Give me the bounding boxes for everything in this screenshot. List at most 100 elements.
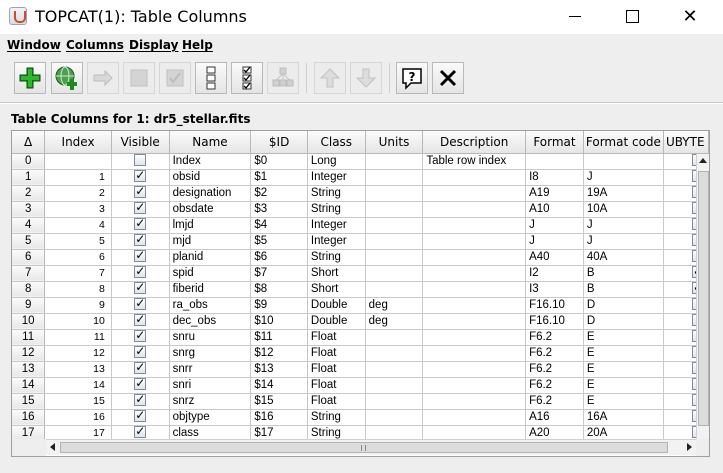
table-row[interactable]: 33 obsdate$3String A1010A (12, 201, 709, 218)
table-row[interactable]: 44 lmjd$4Integer JJ (12, 217, 709, 234)
format-cell[interactable]: F6.2 (525, 361, 584, 378)
format-cell[interactable]: F6.2 (525, 393, 584, 410)
format-cell[interactable]: J (525, 233, 584, 250)
units-cell[interactable] (365, 329, 424, 346)
name-cell[interactable]: snrg (169, 345, 252, 362)
description-cell[interactable] (422, 201, 527, 218)
show-column-button[interactable] (159, 62, 191, 94)
units-cell[interactable] (365, 377, 424, 394)
name-cell[interactable]: objtype (169, 409, 252, 426)
visible-checkbox[interactable] (134, 297, 147, 311)
visible-checkbox-cell[interactable] (111, 185, 170, 202)
format-cell[interactable]: A40 (525, 249, 584, 266)
units-cell[interactable] (365, 281, 424, 298)
format-code-cell[interactable]: 16A (583, 409, 664, 426)
id-cell[interactable]: $16 (250, 409, 308, 426)
vertical-scroll-thumb[interactable] (698, 171, 709, 426)
format-code-cell[interactable]: E (583, 361, 664, 378)
description-cell[interactable] (422, 233, 527, 250)
units-cell[interactable] (365, 409, 424, 426)
description-cell[interactable] (422, 329, 527, 346)
format-code-cell[interactable]: J (583, 233, 664, 250)
column-header-name[interactable]: Name (169, 131, 252, 154)
column-header-format[interactable]: Format (525, 131, 584, 154)
format-cell[interactable]: I2 (525, 265, 584, 282)
visible-checkbox[interactable] (134, 154, 147, 167)
description-cell[interactable] (422, 249, 527, 266)
table-row[interactable]: 0 Index $0 Long Table row index (12, 153, 709, 170)
visible-checkbox-cell[interactable] (111, 281, 170, 298)
name-cell[interactable]: snrz (169, 393, 252, 410)
description-cell[interactable] (422, 409, 527, 426)
description-cell[interactable] (422, 313, 527, 330)
add-column-button[interactable] (14, 62, 46, 94)
table-row[interactable]: 1515 snrz$15Float F6.2E (12, 393, 709, 410)
table-row[interactable]: 22 designation$2String A1919A (12, 185, 709, 202)
visible-checkbox-cell[interactable] (111, 409, 170, 426)
visible-checkbox-cell[interactable] (111, 217, 170, 234)
description-cell[interactable] (422, 185, 527, 202)
visible-checkbox[interactable] (134, 313, 147, 327)
id-cell[interactable]: $4 (250, 217, 308, 234)
column-header-class[interactable]: Class (307, 131, 366, 154)
visible-checkbox-cell[interactable] (111, 297, 170, 314)
description-cell[interactable] (422, 281, 527, 298)
vertical-scrollbar[interactable] (696, 154, 709, 448)
format-code-cell[interactable]: J (583, 169, 664, 186)
id-cell[interactable]: $5 (250, 233, 308, 250)
table-row[interactable]: 1414 snri$14Float F6.2E (12, 377, 709, 394)
table-row[interactable]: 1111 snru$11Float F6.2E (12, 329, 709, 346)
column-header-description[interactable]: Description (422, 131, 527, 154)
add-sky-column-button[interactable] (51, 62, 83, 94)
name-cell[interactable]: spid (169, 265, 252, 282)
id-cell[interactable]: $12 (250, 345, 308, 362)
table-row[interactable]: 77 spid$7Short I2B (12, 265, 709, 282)
units-cell[interactable] (365, 361, 424, 378)
visible-checkbox[interactable] (134, 265, 147, 279)
units-cell[interactable]: deg (365, 297, 424, 314)
visible-checkbox-cell[interactable] (111, 153, 170, 170)
units-cell[interactable] (365, 217, 424, 234)
units-cell[interactable] (365, 169, 424, 186)
visible-checkbox[interactable] (134, 217, 147, 231)
move-up-button[interactable] (314, 62, 346, 94)
visible-checkbox[interactable] (134, 361, 147, 375)
format-code-cell[interactable]: B (583, 265, 664, 282)
name-cell[interactable]: snrr (169, 361, 252, 378)
visible-checkbox[interactable] (134, 169, 147, 183)
format-code-cell[interactable]: 40A (583, 249, 664, 266)
help-button[interactable]: ? (396, 62, 428, 94)
format-code-cell[interactable] (583, 153, 664, 170)
visible-checkbox[interactable] (134, 201, 147, 215)
table-row[interactable]: 1010 dec_obs$10Doubledeg F16.10D (12, 313, 709, 330)
format-code-cell[interactable]: 19A (583, 185, 664, 202)
format-code-cell[interactable]: 10A (583, 201, 664, 218)
format-code-cell[interactable]: E (583, 345, 664, 362)
column-header-ubyte[interactable]: UBYTE (663, 131, 709, 154)
units-cell[interactable] (365, 393, 424, 410)
visible-checkbox-cell[interactable] (111, 329, 170, 346)
table-row[interactable]: 1313 snrr$13Float F6.2E (12, 361, 709, 378)
format-cell[interactable]: F6.2 (525, 329, 584, 346)
visible-checkbox[interactable] (134, 409, 147, 423)
horizontal-scrollbar[interactable] (46, 439, 696, 455)
description-cell[interactable] (422, 265, 527, 282)
name-cell[interactable]: mjd (169, 233, 252, 250)
format-cell[interactable]: A16 (525, 409, 584, 426)
visible-checkbox-cell[interactable] (111, 233, 170, 250)
description-cell[interactable] (422, 361, 527, 378)
table-row[interactable]: 11 obsid$1Integer I8J (12, 169, 709, 186)
visible-checkbox[interactable] (134, 345, 147, 359)
visible-checkbox-cell[interactable] (111, 265, 170, 282)
format-code-cell[interactable]: E (583, 329, 664, 346)
format-code-cell[interactable]: B (583, 281, 664, 298)
visible-checkbox-cell[interactable] (111, 249, 170, 266)
units-cell[interactable] (365, 201, 424, 218)
hide-column-button[interactable] (123, 62, 155, 94)
visible-checkbox-cell[interactable] (111, 169, 170, 186)
id-cell[interactable]: $11 (250, 329, 308, 346)
scroll-right-arrow-icon[interactable] (687, 443, 692, 451)
description-cell[interactable] (422, 297, 527, 314)
units-cell[interactable] (365, 233, 424, 250)
id-cell[interactable]: $1 (250, 169, 308, 186)
